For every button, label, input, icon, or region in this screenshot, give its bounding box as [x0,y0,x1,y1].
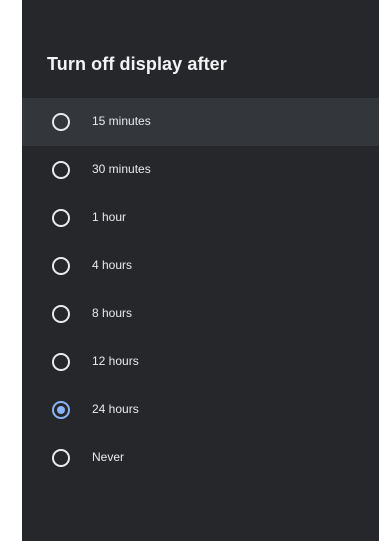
radio-unchecked-icon[interactable] [52,449,70,467]
radio-unchecked-icon[interactable] [52,161,70,179]
option-label: 4 hours [92,258,133,272]
option-label: 15 minutes [92,114,151,128]
radio-checked-icon[interactable] [52,401,70,419]
radio-unchecked-icon[interactable] [52,113,70,131]
option-label: 8 hours [92,306,133,320]
option-4-hours[interactable]: 4 hours [22,242,379,290]
option-label: Never [92,450,125,464]
option-never[interactable]: Never [22,434,379,482]
radio-unchecked-icon[interactable] [52,209,70,227]
option-label: 12 hours [92,354,139,368]
radio-unchecked-icon[interactable] [52,257,70,275]
dialog-title: Turn off display after [47,54,227,74]
option-label: 1 hour [92,210,127,224]
display-timeout-dialog: Turn off display after 15 minutes 30 min… [22,0,379,541]
timeout-options-list: 15 minutes 30 minutes 1 hour 4 hours 8 h… [22,98,379,482]
option-8-hours[interactable]: 8 hours [22,290,379,338]
option-24-hours[interactable]: 24 hours [22,386,379,434]
option-30-minutes[interactable]: 30 minutes [22,146,379,194]
option-1-hour[interactable]: 1 hour [22,194,379,242]
radio-unchecked-icon[interactable] [52,305,70,323]
option-15-minutes[interactable]: 15 minutes [22,98,379,146]
option-label: 30 minutes [92,162,151,176]
radio-unchecked-icon[interactable] [52,353,70,371]
option-label: 24 hours [92,402,139,416]
option-12-hours[interactable]: 12 hours [22,338,379,386]
